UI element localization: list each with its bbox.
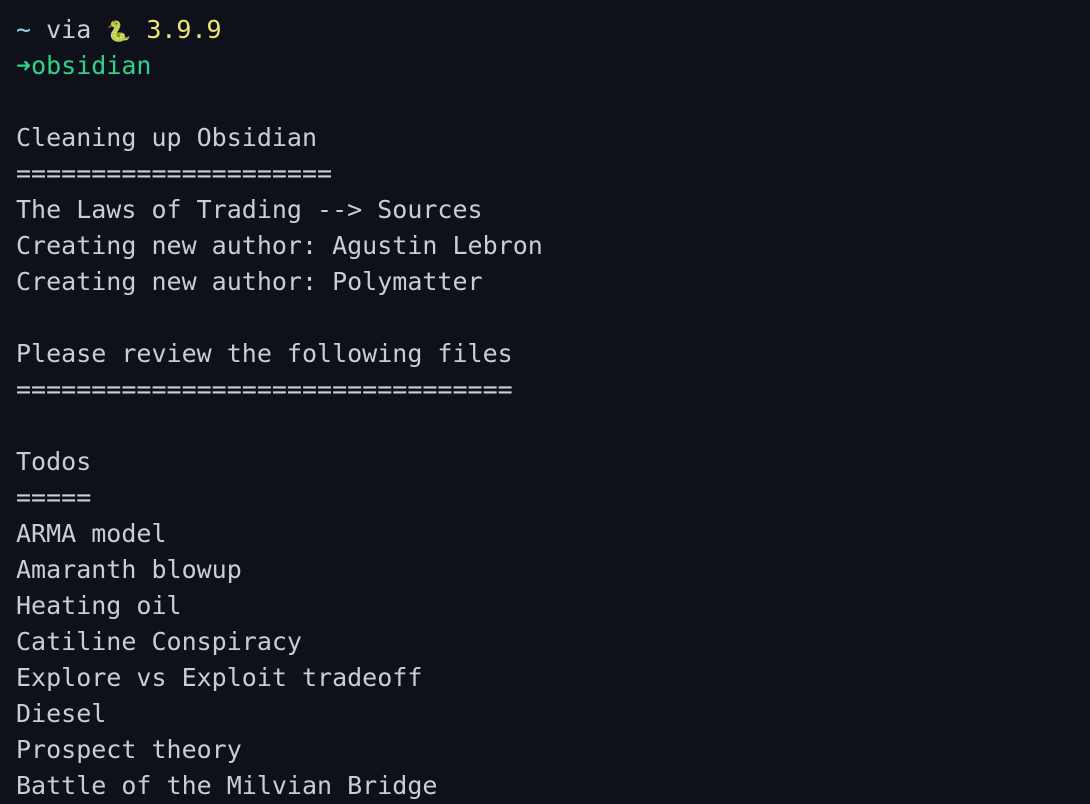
cleanup-rule: =====================: [16, 159, 333, 188]
cleanup-line: Creating new author: Polymatter: [16, 267, 483, 296]
review-rule: =================================: [16, 375, 513, 404]
todo-item: Heating oil: [16, 591, 182, 620]
python-snake-icon: 🐍: [106, 19, 132, 43]
todo-item: ARMA model: [16, 519, 167, 548]
prompt-context-line: ~ via 🐍 3.9.9: [16, 12, 1090, 48]
todo-item: Prospect theory: [16, 735, 242, 764]
review-header: Please review the following files: [16, 339, 513, 368]
todo-item: Explore vs Exploit tradeoff: [16, 663, 423, 692]
todos-rule: =====: [16, 483, 92, 512]
todo-item: Diesel: [16, 699, 107, 728]
python-version: 3.9.9: [146, 15, 222, 44]
via-label: via: [46, 15, 92, 44]
todo-item: Catiline Conspiracy: [16, 627, 302, 656]
cleanup-line: Creating new author: Agustin Lebron: [16, 231, 543, 260]
todo-item: Amaranth blowup: [16, 555, 242, 584]
cleanup-line: The Laws of Trading --> Sources: [16, 195, 483, 224]
todos-header: Todos: [16, 447, 92, 476]
home-tilde: ~: [16, 15, 32, 44]
current-directory: obsidian: [31, 51, 152, 80]
cleanup-header: Cleaning up Obsidian: [16, 123, 318, 152]
todo-item: Battle of the Milvian Bridge: [16, 771, 438, 800]
prompt-line: ➜obsidian: [16, 48, 1090, 84]
terminal-output: ~ via 🐍 3.9.9 ➜obsidian Cleaning up Obsi…: [16, 12, 1090, 804]
prompt-arrow-icon: ➜: [16, 51, 32, 80]
